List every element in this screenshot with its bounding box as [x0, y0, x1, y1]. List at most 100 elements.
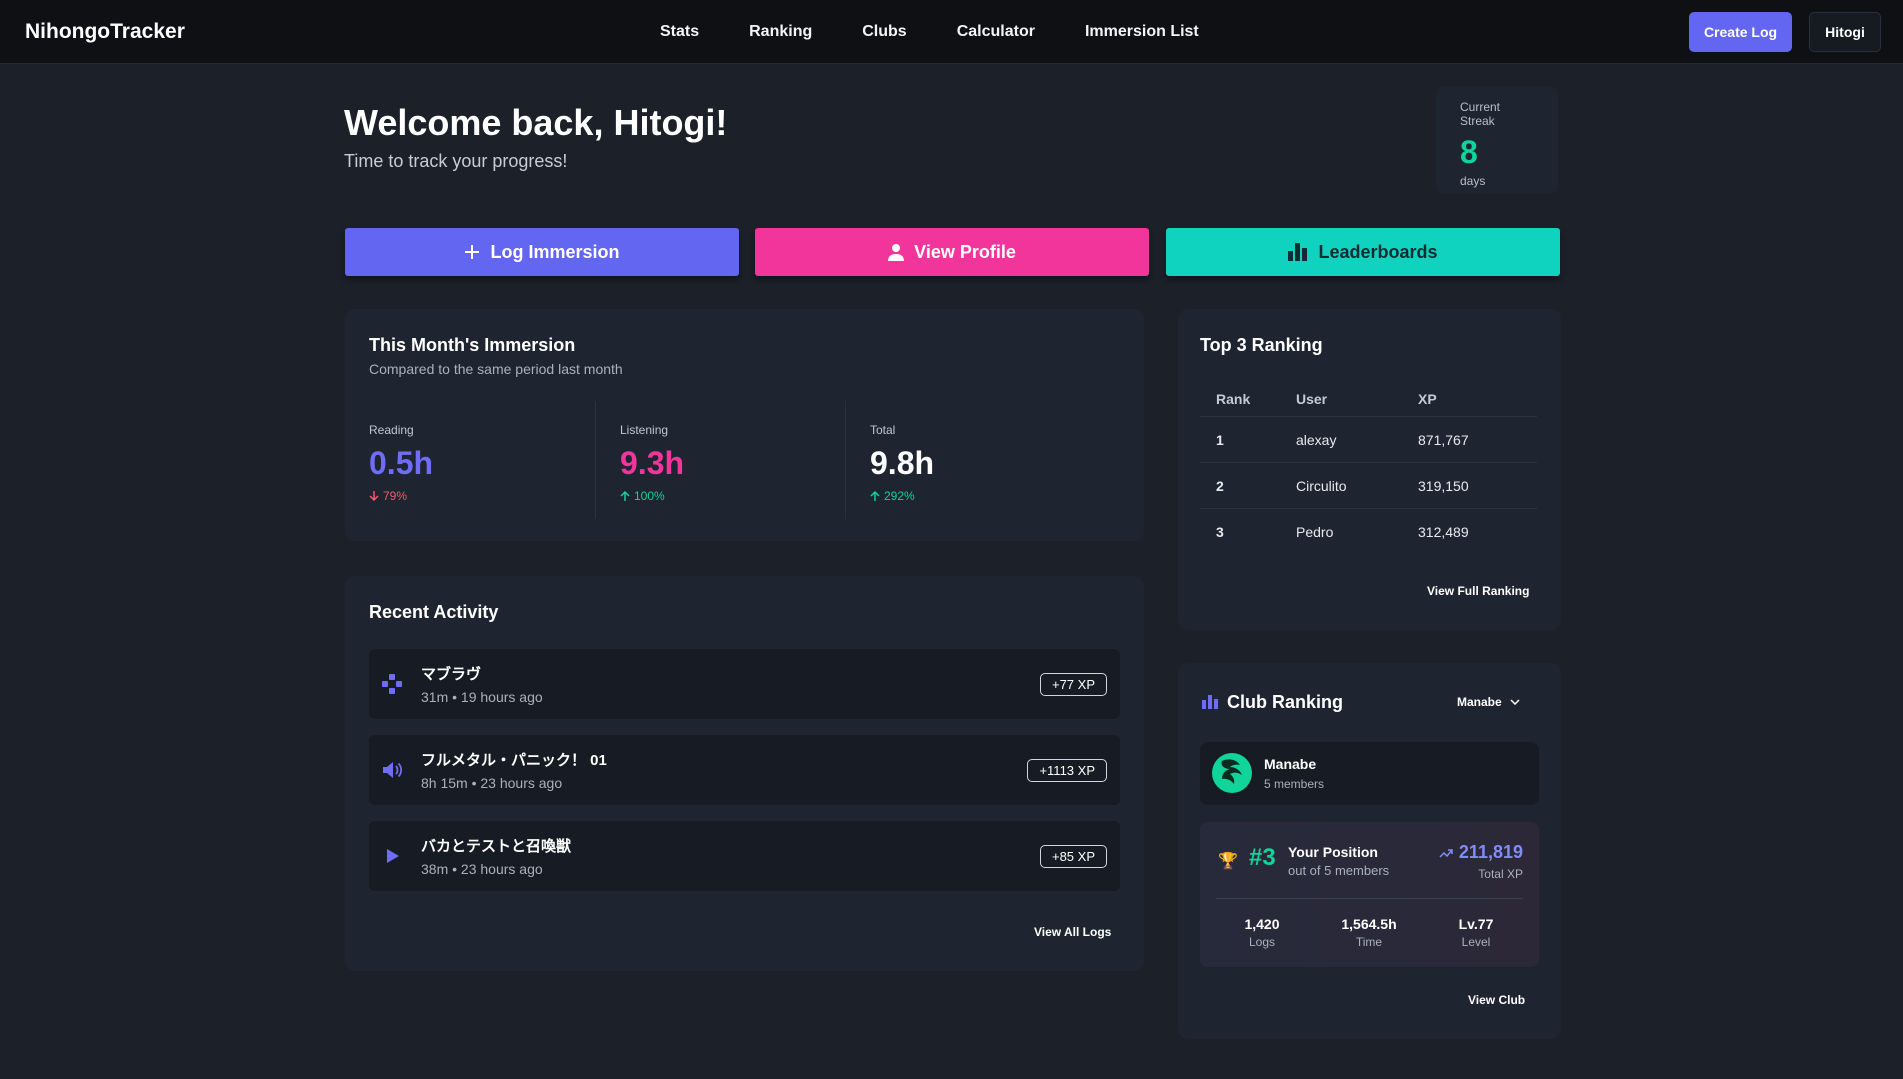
log-immersion-button[interactable]: Log Immersion: [345, 228, 739, 276]
arrow-up-icon: [870, 491, 880, 501]
level-stat: Lv.77 Level: [1436, 916, 1516, 949]
stat-change-value: 292%: [884, 489, 915, 503]
bar-chart-icon: [1202, 695, 1218, 709]
xp-badge: +85 XP: [1039, 845, 1107, 868]
gamepad-icon: [382, 674, 402, 694]
mini-stat-value: 1,420: [1244, 916, 1280, 932]
stat-value: 9.8h: [870, 445, 935, 481]
xp-cell: 319,150: [1418, 477, 1469, 494]
listening-stat: Listening 9.3h 100%: [595, 401, 845, 519]
club-info[interactable]: Manabe 5 members: [1200, 742, 1539, 805]
trophy-icon: 🏆: [1218, 853, 1238, 870]
streak-card: Current Streak 8 days: [1436, 86, 1558, 194]
club-ranking-card: Club Ranking Manabe Manabe 5 members 🏆 #…: [1178, 663, 1561, 1039]
xp-badge: +77 XP: [1039, 673, 1107, 696]
total-xp: 211,819: [1439, 842, 1523, 863]
brand-logo[interactable]: NihongoTracker: [25, 20, 185, 44]
page-title: Welcome back, Hitogi!: [344, 102, 728, 143]
log-immersion-label: Log Immersion: [490, 241, 620, 262]
activity-meta: 31m • 19 hours ago: [421, 689, 543, 705]
stat-value: 0.5h: [369, 445, 434, 481]
club-avatar: [1212, 753, 1252, 793]
bar-chart-icon: [1288, 243, 1308, 261]
nav-calculator[interactable]: Calculator: [957, 23, 1035, 41]
xp-cell: 312,489: [1418, 524, 1469, 540]
streak-unit: days: [1460, 174, 1486, 188]
nav-stats[interactable]: Stats: [660, 23, 699, 41]
club-members: 5 members: [1264, 777, 1325, 791]
stat-change: 292%: [870, 489, 1071, 503]
plus-icon: [465, 245, 480, 259]
total-xp-label: Total XP: [1478, 867, 1523, 881]
your-position-panel: 🏆 #3 Your Position out of 5 members 211,…: [1200, 822, 1539, 967]
rank-cell: 3: [1216, 524, 1224, 540]
activity-item[interactable]: フルメタル・パニック！ 01 8h 15m • 23 hours ago +11…: [369, 735, 1120, 805]
monthly-subtitle: Compared to the same period last month: [369, 361, 623, 377]
view-full-ranking-link[interactable]: View Full Ranking: [1427, 584, 1529, 598]
leaderboards-button[interactable]: Leaderboards: [1166, 228, 1560, 276]
user-cell[interactable]: Pedro: [1296, 524, 1418, 540]
trending-up-icon: [1439, 848, 1453, 858]
create-log-button[interactable]: Create Log: [1689, 12, 1792, 52]
time-stat: 1,564.5h Time: [1329, 916, 1409, 949]
total-xp-value: 211,819: [1458, 842, 1523, 862]
xp-badge: +1113 XP: [1027, 759, 1107, 782]
activity-item[interactable]: バカとテストと召喚獣 38m • 23 hours ago +85 XP: [369, 821, 1120, 891]
table-row: 2 Circulito 319,150: [1200, 463, 1537, 509]
top3-ranking-card: Top 3 Ranking Rank User XP 1 alexay 871,…: [1178, 309, 1561, 630]
user-cell[interactable]: Circulito: [1296, 478, 1418, 494]
view-profile-label: View Profile: [914, 241, 1016, 262]
view-profile-button[interactable]: View Profile: [755, 228, 1149, 276]
stat-label: Reading: [369, 423, 414, 437]
mini-stat-label: Time: [1355, 935, 1383, 949]
activity-meta: 38m • 23 hours ago: [421, 861, 543, 877]
user-menu-button[interactable]: Hitogi: [1809, 12, 1881, 52]
table-row: 1 alexay 871,767: [1200, 417, 1537, 463]
user-cell[interactable]: alexay: [1296, 432, 1418, 448]
view-club-link[interactable]: View Club: [1468, 993, 1525, 1007]
ranking-table: Rank User XP 1 alexay 871,767 2 Circulit…: [1200, 381, 1537, 555]
total-stat: Total 9.8h 292%: [845, 401, 1095, 519]
club-ranking-title: Club Ranking: [1227, 692, 1343, 712]
play-icon: [387, 849, 399, 863]
activity-item[interactable]: マブラヴ 31m • 19 hours ago +77 XP: [369, 649, 1120, 719]
streak-value: 8: [1460, 134, 1478, 170]
stat-change-value: 79%: [383, 489, 408, 503]
monthly-title: This Month's Immersion: [369, 335, 576, 355]
top-navbar: NihongoTracker Stats Ranking Clubs Calcu…: [0, 0, 1903, 64]
user-icon: [888, 244, 905, 261]
activity-meta: 8h 15m • 23 hours ago: [421, 775, 563, 791]
activity-title: フルメタル・パニック！ 01: [421, 752, 607, 769]
position-rank: #3: [1249, 844, 1276, 871]
rank-cell: 1: [1216, 431, 1224, 448]
club-select[interactable]: Manabe: [1457, 695, 1520, 709]
stat-change: 79%: [369, 489, 571, 503]
position-label: Your Position: [1288, 844, 1378, 860]
leaderboards-label: Leaderboards: [1318, 241, 1438, 262]
position-of: out of 5 members: [1288, 863, 1390, 878]
recent-activity-card: Recent Activity マブラヴ 31m • 19 hours ago …: [345, 576, 1144, 971]
main-nav: Stats Ranking Clubs Calculator Immersion…: [660, 0, 1249, 64]
recent-title: Recent Activity: [369, 602, 499, 622]
arrow-up-icon: [620, 491, 630, 501]
col-user: User: [1296, 390, 1328, 407]
table-header-row: Rank User XP: [1200, 381, 1537, 417]
nav-immersion-list[interactable]: Immersion List: [1085, 23, 1199, 41]
divider: [1216, 898, 1523, 899]
mini-stat-label: Logs: [1248, 935, 1276, 949]
activity-title: バカとテストと召喚獣: [421, 838, 572, 855]
rank-cell: 2: [1216, 477, 1224, 494]
page-subtitle: Time to track your progress!: [344, 151, 568, 171]
streak-label: Current Streak: [1460, 100, 1501, 128]
speaker-icon: [383, 762, 403, 778]
mini-stat-label: Level: [1461, 935, 1491, 949]
reading-stat: Reading 0.5h 79%: [345, 401, 595, 519]
nav-ranking[interactable]: Ranking: [749, 23, 812, 41]
mini-stat-value: 1,564.5h: [1341, 916, 1397, 932]
club-name: Manabe: [1264, 756, 1317, 772]
stat-change: 100%: [620, 489, 821, 503]
stat-label: Listening: [620, 423, 669, 437]
stat-label: Total: [870, 423, 896, 437]
view-all-logs-link[interactable]: View All Logs: [1034, 925, 1111, 939]
nav-clubs[interactable]: Clubs: [862, 23, 906, 41]
